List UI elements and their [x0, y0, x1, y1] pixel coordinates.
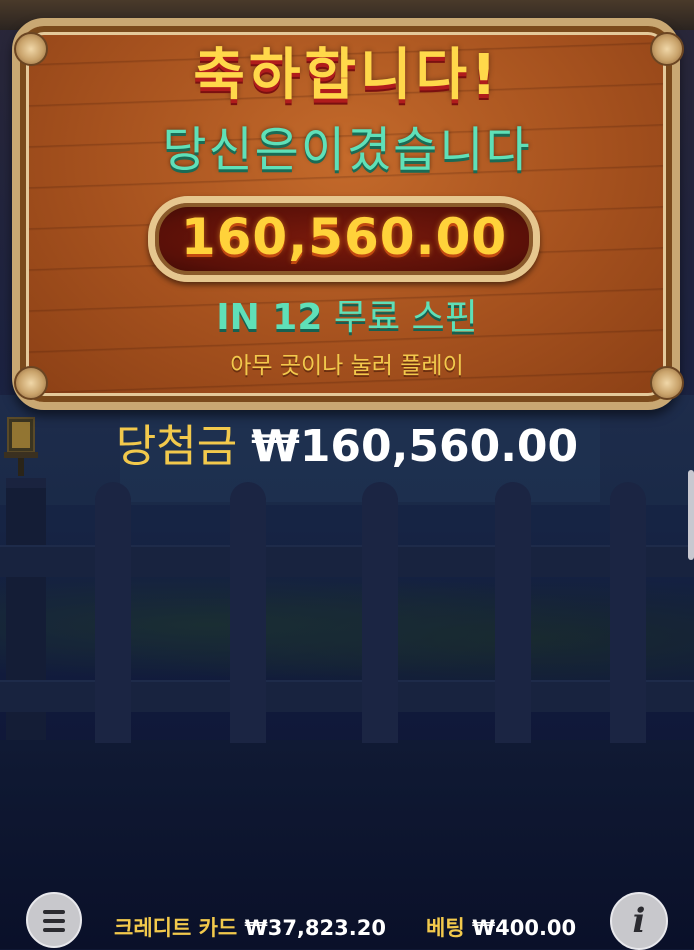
menu-bar: [43, 928, 65, 932]
free-spins-line: IN 12 무료 스핀: [0, 288, 694, 340]
fence-picket: [495, 482, 531, 743]
credit-label: 크레디트 카드: [114, 916, 238, 940]
fence-picket: [610, 482, 646, 743]
total-win-line: 당첨금 ₩160,560.00: [0, 410, 694, 474]
tap-to-play-hint[interactable]: 아무 곳이나 눌러 플레이: [0, 346, 694, 380]
bet-value: ₩400.00: [471, 916, 577, 940]
credit-display: 크레디트 카드 ₩37,823.20: [114, 912, 386, 942]
info-icon[interactable]: i: [610, 892, 668, 950]
hamburger-menu-icon[interactable]: [26, 892, 82, 948]
fence-picket: [95, 482, 131, 743]
scrollbar[interactable]: [688, 470, 694, 560]
credit-value: ₩37,823.20: [244, 916, 386, 940]
you-won-subtitle: 당신은이겼습니다: [162, 122, 532, 178]
menu-bar: [43, 919, 65, 923]
free-spins-label: 무료 스핀: [333, 297, 478, 338]
menu-bar: [43, 910, 65, 914]
total-win-label: 당첨금: [115, 421, 238, 472]
free-spins-count: IN 12: [216, 297, 323, 338]
win-amount: 160,560.00: [180, 208, 508, 266]
congrats-title: 축하합니다!: [193, 43, 501, 108]
fence-picket: [230, 482, 266, 743]
fence-picket: [362, 482, 398, 743]
bet-display: 베팅 ₩400.00: [426, 912, 576, 942]
bet-label: 베팅: [426, 916, 465, 940]
total-win-value: ₩160,560.00: [251, 421, 579, 472]
